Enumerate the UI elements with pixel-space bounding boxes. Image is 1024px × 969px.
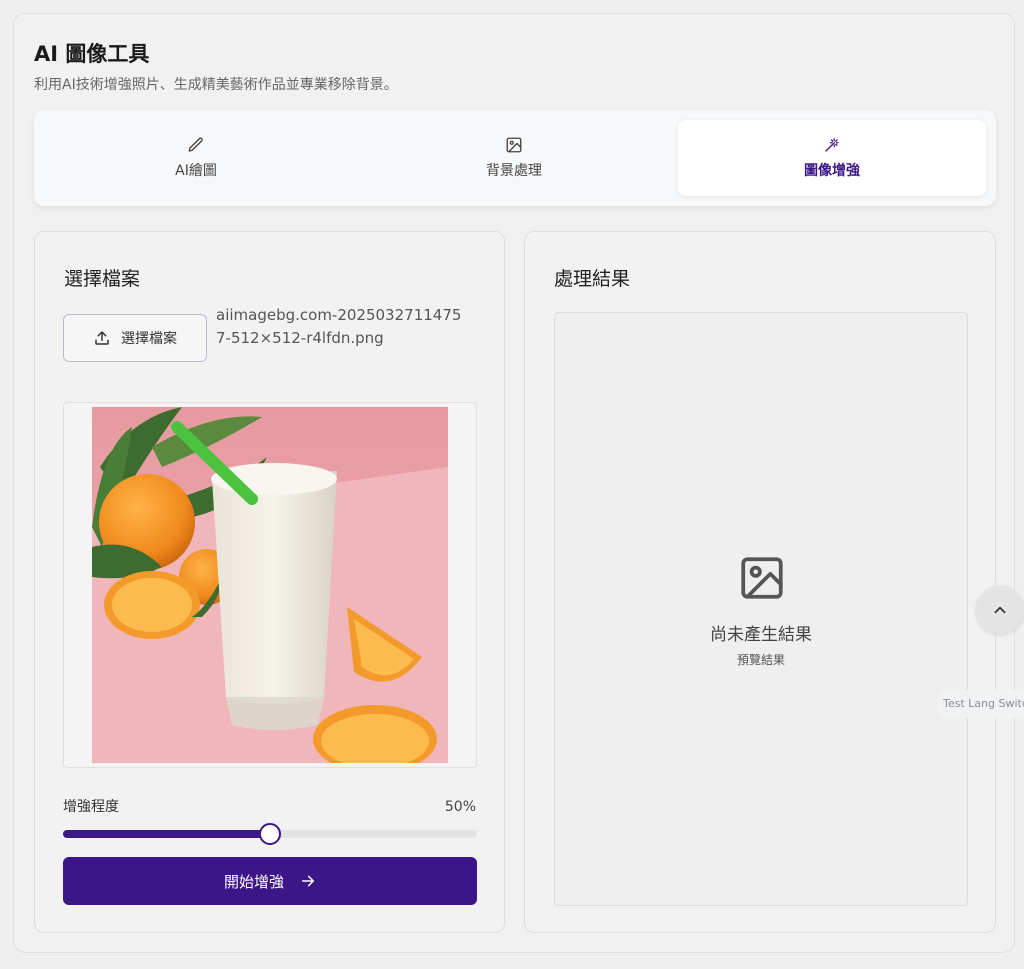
- file-panel: 選擇檔案 選擇檔案 aiimagebg.com-20250327114757-5…: [34, 231, 505, 933]
- upload-icon: [95, 331, 109, 345]
- lang-switch-button[interactable]: Test Lang Switch: [938, 690, 1024, 718]
- tab-image-enhance[interactable]: 圖像增強: [678, 120, 986, 196]
- arrow-right-icon: [301, 875, 315, 887]
- pencil-icon: [188, 137, 203, 152]
- result-panel: 處理結果 尚未產生結果 預覽結果: [524, 231, 996, 933]
- slider-fill: [63, 830, 270, 838]
- chevron-up-icon: [994, 606, 1006, 614]
- result-panel-title: 處理結果: [554, 268, 631, 290]
- file-panel-title: 選擇檔案: [64, 268, 141, 290]
- result-empty-subtext: 預覽結果: [736, 653, 785, 667]
- magic-wand-icon: [825, 138, 839, 152]
- start-enhance-label: 開始增強: [223, 872, 284, 891]
- choose-file-button[interactable]: 選擇檔案: [63, 314, 207, 362]
- uploaded-image: [92, 407, 448, 763]
- page-subtitle: 利用AI技術增強照片、生成精美藝術作品並專業移除背景。: [34, 77, 398, 93]
- page-title: AI 圖像工具: [34, 42, 150, 66]
- enhance-level-value: 50%: [444, 799, 476, 815]
- slider-thumb[interactable]: [259, 823, 281, 845]
- image-preview: [63, 402, 477, 768]
- tab-ai-drawing[interactable]: AI繪圖: [42, 120, 350, 196]
- choose-file-label: 選擇檔案: [121, 331, 177, 347]
- start-enhance-button[interactable]: 開始增強: [63, 857, 477, 905]
- tab-label: 背景處理: [486, 163, 542, 179]
- tab-label: AI繪圖: [175, 163, 217, 179]
- milkshake-photo: [92, 407, 448, 763]
- result-preview: 尚未產生結果 預覽結果: [554, 312, 968, 906]
- tab-bar: AI繪圖 背景處理 圖像增強: [34, 110, 996, 206]
- image-icon: [506, 137, 522, 153]
- selected-file-name: aiimagebg.com-20250327114757-512×512-r4l…: [216, 306, 462, 347]
- image-placeholder-icon: [741, 557, 783, 599]
- result-empty-text: 尚未產生結果: [710, 625, 812, 645]
- tab-label: 圖像增強: [804, 163, 860, 179]
- scroll-to-top-button[interactable]: [976, 586, 1024, 634]
- tab-background[interactable]: 背景處理: [360, 120, 668, 196]
- main-container: AI 圖像工具 利用AI技術增強照片、生成精美藝術作品並專業移除背景。 AI繪圖…: [13, 13, 1015, 953]
- enhance-level-label: 增強程度: [63, 799, 119, 815]
- enhance-level-slider[interactable]: [63, 823, 477, 845]
